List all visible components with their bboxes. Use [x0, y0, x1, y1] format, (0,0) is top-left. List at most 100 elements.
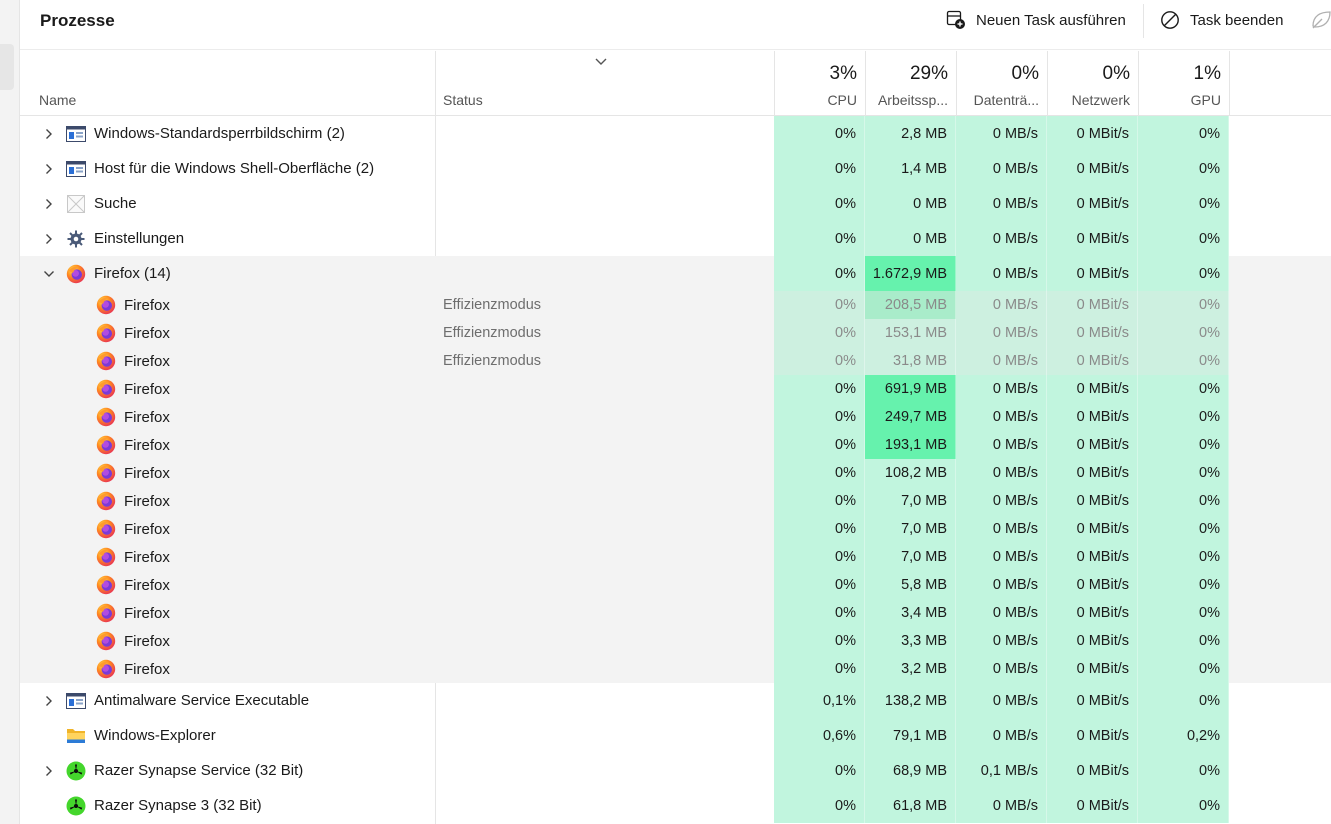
- process-name: Razer Synapse 3 (32 Bit): [66, 788, 262, 823]
- process-child-row[interactable]: Firefox 0% 249,7 MB 0 MB/s 0 MBit/s 0%: [20, 403, 1331, 431]
- firefox-icon: [96, 519, 116, 539]
- disk-cell: 0 MB/s: [956, 459, 1047, 487]
- process-name: Firefox: [96, 515, 170, 543]
- gpu-cell: 0%: [1138, 431, 1229, 459]
- disk-cell: 0 MB/s: [956, 543, 1047, 571]
- process-name: Firefox: [96, 431, 170, 459]
- process-child-row[interactable]: Firefox 0% 7,0 MB 0 MB/s 0 MBit/s 0%: [20, 487, 1331, 515]
- expand-chevron-icon[interactable]: [42, 162, 56, 176]
- process-name-label: Firefox: [124, 520, 170, 538]
- process-row[interactable]: Razer Synapse 3 (32 Bit) 0% 61,8 MB 0 MB/s 0…: [20, 788, 1331, 823]
- disk-cell: 0 MB/s: [956, 116, 1047, 151]
- process-row[interactable]: Host für die Windows Shell-Oberfläche (2…: [20, 151, 1331, 186]
- gpu-cell: 0,2%: [1138, 718, 1229, 753]
- process-child-row[interactable]: Firefox 0% 691,9 MB 0 MB/s 0 MBit/s 0%: [20, 375, 1331, 403]
- disk-cell: 0 MB/s: [956, 291, 1047, 319]
- process-name-label: Firefox: [124, 352, 170, 370]
- process-row[interactable]: Firefox (14) 0% 1.672,9 MB 0 MB/s 0 MBit/s 0%: [20, 256, 1331, 291]
- firefox-icon: [96, 323, 116, 343]
- network-cell: 0 MBit/s: [1047, 116, 1138, 151]
- network-cell: 0 MBit/s: [1047, 788, 1138, 823]
- process-name-label: Firefox: [124, 548, 170, 566]
- memory-cell: 7,0 MB: [865, 515, 956, 543]
- cpu-cell: 0,1%: [774, 683, 865, 718]
- nav-selected-indicator[interactable]: [0, 44, 14, 90]
- process-child-row[interactable]: Firefox 0% 3,3 MB 0 MB/s 0 MBit/s 0%: [20, 627, 1331, 655]
- network-cell: 0 MBit/s: [1047, 487, 1138, 515]
- process-child-row[interactable]: Firefox Effizienzmodus 0% 153,1 MB 0 MB/s 0 M…: [20, 319, 1331, 347]
- process-child-row[interactable]: Firefox 0% 7,0 MB 0 MB/s 0 MBit/s 0%: [20, 543, 1331, 571]
- memory-cell: 3,4 MB: [865, 599, 956, 627]
- firefox-icon: [66, 264, 86, 284]
- end-task-label: Task beenden: [1190, 11, 1284, 29]
- cpu-cell: 0%: [774, 151, 865, 186]
- process-child-row[interactable]: Firefox Effizienzmodus 0% 31,8 MB 0 MB/s 0 MB…: [20, 347, 1331, 375]
- firefox-icon: [96, 603, 116, 623]
- collapse-chevron-icon[interactable]: [42, 267, 56, 281]
- new-task-button[interactable]: Neuen Task ausführen: [946, 8, 1126, 32]
- process-name: Suche: [66, 186, 137, 221]
- column-header-cpu[interactable]: 3% CPU: [774, 51, 865, 116]
- expand-chevron-icon[interactable]: [42, 764, 56, 778]
- column-header-memory[interactable]: 29% Arbeitssp...: [865, 51, 956, 116]
- column-header-name[interactable]: Name: [20, 51, 435, 116]
- process-row[interactable]: Windows-Explorer 0,6% 79,1 MB 0 MB/s 0 MBit/…: [20, 718, 1331, 753]
- process-name: Host für die Windows Shell-Oberfläche (2…: [66, 151, 374, 186]
- firefox-icon: [96, 351, 116, 371]
- expand-chevron-icon[interactable]: [42, 232, 56, 246]
- process-status: Effizienzmodus: [443, 296, 542, 313]
- firefox-icon: [96, 407, 116, 427]
- firefox-icon: [96, 295, 116, 315]
- column-status-label: Status: [443, 92, 483, 108]
- disk-cell: 0 MB/s: [956, 655, 1047, 683]
- network-cell: 0 MBit/s: [1047, 186, 1138, 221]
- end-task-button[interactable]: Task beenden: [1160, 8, 1283, 32]
- memory-cell: 1,4 MB: [865, 151, 956, 186]
- process-child-row[interactable]: Firefox 0% 3,4 MB 0 MB/s 0 MBit/s 0%: [20, 599, 1331, 627]
- process-name-label: Razer Synapse Service (32 Bit): [94, 762, 304, 779]
- network-cell: 0 MBit/s: [1047, 515, 1138, 543]
- disk-cell: 0 MB/s: [956, 347, 1047, 375]
- process-name-label: Firefox: [124, 436, 170, 454]
- process-row[interactable]: Razer Synapse Service (32 Bit) 0% 68,9 MB 0…: [20, 753, 1331, 788]
- process-name-label: Firefox: [124, 380, 170, 398]
- process-child-row[interactable]: Firefox 0% 3,2 MB 0 MB/s 0 MBit/s 0%: [20, 655, 1331, 683]
- process-child-row[interactable]: Firefox 0% 193,1 MB 0 MB/s 0 MBit/s 0%: [20, 431, 1331, 459]
- network-cell: 0 MBit/s: [1047, 403, 1138, 431]
- process-row[interactable]: Einstellungen 0% 0 MB 0 MB/s 0 MBit/s 0%: [20, 221, 1331, 256]
- firefox-icon: [96, 575, 116, 595]
- memory-cell: 7,0 MB: [865, 487, 956, 515]
- efficiency-mode-button[interactable]: [1310, 8, 1331, 32]
- process-row[interactable]: Windows-Standardsperrbildschirm (2) 0% 2,8…: [20, 116, 1331, 151]
- expand-chevron-icon[interactable]: [42, 127, 56, 141]
- process-row[interactable]: Suche 0% 0 MB 0 MB/s 0 MBit/s 0%: [20, 186, 1331, 221]
- disk-cell: 0 MB/s: [956, 256, 1047, 291]
- column-header-gpu[interactable]: 1% GPU: [1138, 51, 1229, 116]
- process-name: Razer Synapse Service (32 Bit): [66, 753, 303, 788]
- process-child-row[interactable]: Firefox 0% 108,2 MB 0 MB/s 0 MBit/s 0%: [20, 459, 1331, 487]
- process-row[interactable]: Antimalware Service Executable 0,1% 138,2 …: [20, 683, 1331, 718]
- leaf-icon: [1312, 11, 1331, 29]
- disk-cell: 0 MB/s: [956, 599, 1047, 627]
- gpu-cell: 0%: [1138, 291, 1229, 319]
- gpu-cell: 0%: [1138, 256, 1229, 291]
- expand-chevron-icon[interactable]: [42, 197, 56, 211]
- column-header-row: Name Status 3% CPU 29% Arbeitssp... 0% D…: [20, 51, 1331, 116]
- column-header-status[interactable]: Status: [435, 51, 774, 116]
- gpu-cell: 0%: [1138, 627, 1229, 655]
- column-divider: [774, 51, 775, 116]
- gpu-cell: 0%: [1138, 543, 1229, 571]
- cpu-cell: 0%: [774, 627, 865, 655]
- column-header-disk[interactable]: 0% Datenträ...: [956, 51, 1047, 116]
- column-header-network[interactable]: 0% Netzwerk: [1047, 51, 1138, 116]
- network-cell: 0 MBit/s: [1047, 291, 1138, 319]
- cpu-cell: 0%: [774, 571, 865, 599]
- process-child-row[interactable]: Firefox 0% 7,0 MB 0 MB/s 0 MBit/s 0%: [20, 515, 1331, 543]
- process-child-row[interactable]: Firefox Effizienzmodus 0% 208,5 MB 0 MB/s 0 M…: [20, 291, 1331, 319]
- process-child-row[interactable]: Firefox 0% 5,8 MB 0 MB/s 0 MBit/s 0%: [20, 571, 1331, 599]
- expand-chevron-icon[interactable]: [42, 694, 56, 708]
- disk-cell: 0,1 MB/s: [956, 753, 1047, 788]
- memory-cell: 108,2 MB: [865, 459, 956, 487]
- memory-cell: 0 MB: [865, 186, 956, 221]
- memory-cell: 3,3 MB: [865, 627, 956, 655]
